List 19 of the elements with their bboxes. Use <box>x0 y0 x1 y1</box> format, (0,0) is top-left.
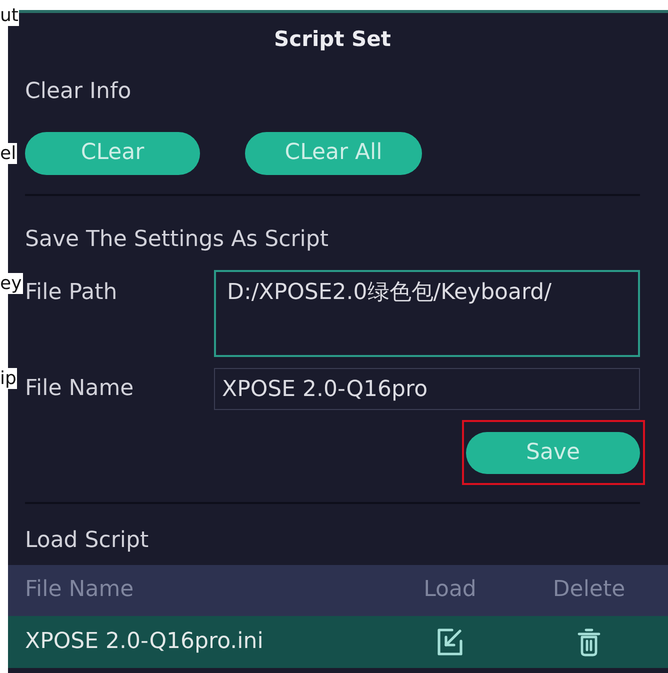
section-heading: Save The Settings As Script <box>25 226 328 254</box>
background-text: ut <box>0 5 20 26</box>
box-arrow-icon[interactable] <box>436 627 464 657</box>
field-label: File Path <box>25 280 118 305</box>
column-header: Load <box>424 577 476 602</box>
file-name-field[interactable]: XPOSE 2.0-Q16pro <box>214 368 640 410</box>
field-label: File Name <box>25 376 134 401</box>
background-text: ey <box>0 273 23 294</box>
column-header: Delete <box>552 577 626 602</box>
background-text: el <box>0 143 18 164</box>
section-heading: Load Script <box>25 528 149 554</box>
file-name-cell: XPOSE 2.0-Q16pro.ini <box>25 628 264 654</box>
dialog-title: Script Set <box>274 27 391 53</box>
file-path-field[interactable]: D:/XPOSE2.0绿色包/Keyboard/ <box>214 270 640 357</box>
table-row[interactable]: XPOSE 2.0-Q16pro.ini <box>8 616 668 668</box>
trash-icon[interactable] <box>577 627 601 657</box>
background-text: ip <box>0 368 18 389</box>
section-heading: Clear Info <box>25 78 132 106</box>
column-header: File Name <box>25 577 134 602</box>
